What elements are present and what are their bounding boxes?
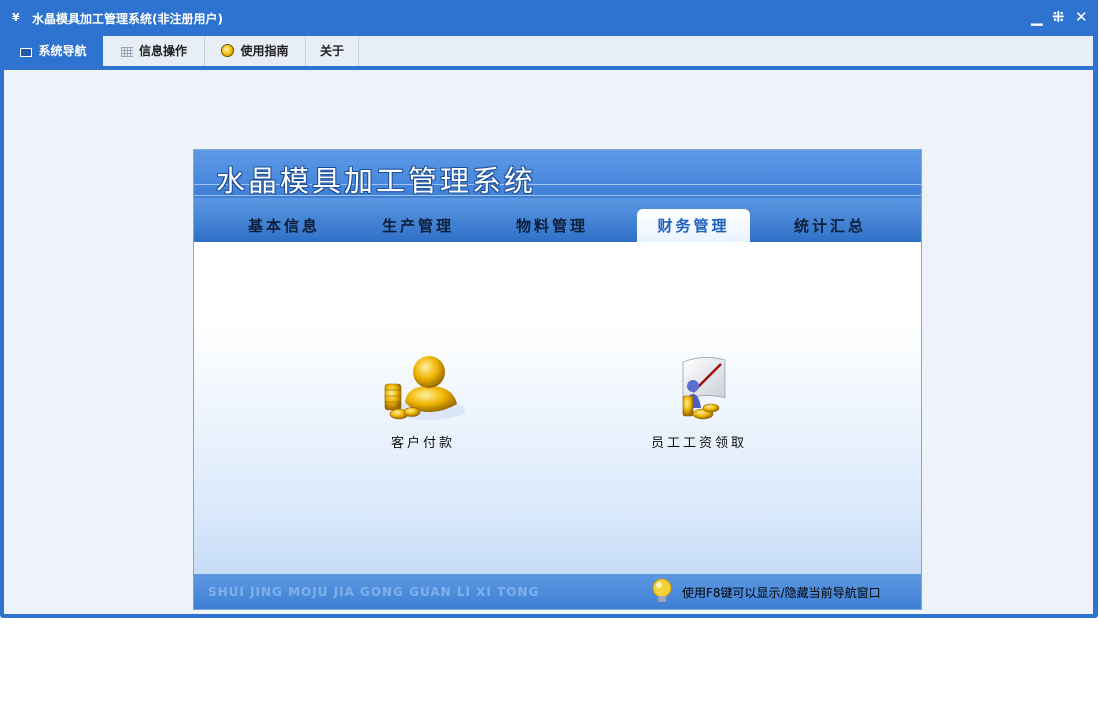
function-label: 客户付款 bbox=[390, 436, 455, 451]
function-label: 员工工资领取 bbox=[650, 436, 747, 451]
menu-item-about[interactable]: 关于 bbox=[306, 36, 359, 66]
employee-salary-button[interactable]: 员工工资领取 bbox=[644, 352, 754, 451]
tab-basic-info[interactable]: 基本信息 bbox=[224, 214, 344, 242]
menu-item-info-ops[interactable]: 信息操作 bbox=[104, 36, 205, 66]
tab-statistics[interactable]: 统计汇总 bbox=[770, 214, 890, 242]
grid-icon bbox=[120, 47, 133, 57]
footer-hint: 使用F8键可以显示/隐藏当前导航窗口 bbox=[682, 586, 881, 600]
lightbulb-hint-icon bbox=[652, 578, 672, 602]
banner-title: 水晶模具加工管理系统 bbox=[216, 164, 537, 198]
minimize-icon[interactable]: ▁ bbox=[1031, 8, 1043, 26]
banner: 水晶模具加工管理系统 bbox=[194, 150, 921, 198]
tab-finance[interactable]: 财务管理 bbox=[637, 209, 750, 242]
close-icon[interactable]: ✕ bbox=[1075, 8, 1088, 26]
menu-item-label: 信息操作 bbox=[138, 44, 187, 58]
title-bar[interactable]: ¥ 水晶模具加工管理系统(非注册用户) ▁ ⁜ ✕ bbox=[0, 0, 1098, 36]
menu-item-label: 关于 bbox=[319, 44, 344, 58]
tab-production[interactable]: 生产管理 bbox=[358, 214, 478, 242]
y-logo-icon: ¥ bbox=[12, 11, 20, 24]
employee-chart-coins-icon bbox=[682, 357, 726, 420]
restore-icon[interactable]: ⁜ bbox=[1052, 8, 1065, 26]
panel-footer: SHUI JING MOJU JIA GONG GUAN LI XI TONG … bbox=[194, 574, 921, 609]
main-area: 系统导航 信息操作 使用指南 关于 水晶模具加工管理系统 基本信息 生产管理 物… bbox=[4, 36, 1093, 614]
monitor-icon bbox=[20, 48, 33, 57]
menu-item-label: 系统导航 bbox=[38, 44, 87, 58]
tab-content: 客户付款 员工工资领取 bbox=[194, 242, 921, 574]
bulb-icon bbox=[221, 44, 235, 57]
customer-payment-button[interactable]: 客户付款 bbox=[368, 352, 478, 451]
module-tabbar: 基本信息 生产管理 物料管理 财务管理 统计汇总 bbox=[194, 198, 921, 242]
menu-item-guide[interactable]: 使用指南 bbox=[205, 36, 306, 66]
navigation-panel: 水晶模具加工管理系统 基本信息 生产管理 物料管理 财务管理 统计汇总 客户付款… bbox=[194, 150, 921, 609]
gold-person-coins-icon bbox=[384, 356, 465, 420]
menu-item-label: 使用指南 bbox=[240, 44, 289, 58]
menu-divider bbox=[4, 66, 1093, 70]
tab-materials[interactable]: 物料管理 bbox=[492, 214, 612, 242]
app-window: ¥ 水晶模具加工管理系统(非注册用户) ▁ ⁜ ✕ 系统导航 信息操作 使用指南… bbox=[0, 0, 1098, 618]
window-title: 水晶模具加工管理系统(非注册用户) bbox=[32, 12, 223, 26]
menu-bar: 系统导航 信息操作 使用指南 关于 bbox=[4, 36, 1093, 66]
footer-pinyin: SHUI JING MOJU JIA GONG GUAN LI XI TONG bbox=[208, 585, 540, 599]
menu-item-nav[interactable]: 系统导航 bbox=[4, 36, 103, 66]
